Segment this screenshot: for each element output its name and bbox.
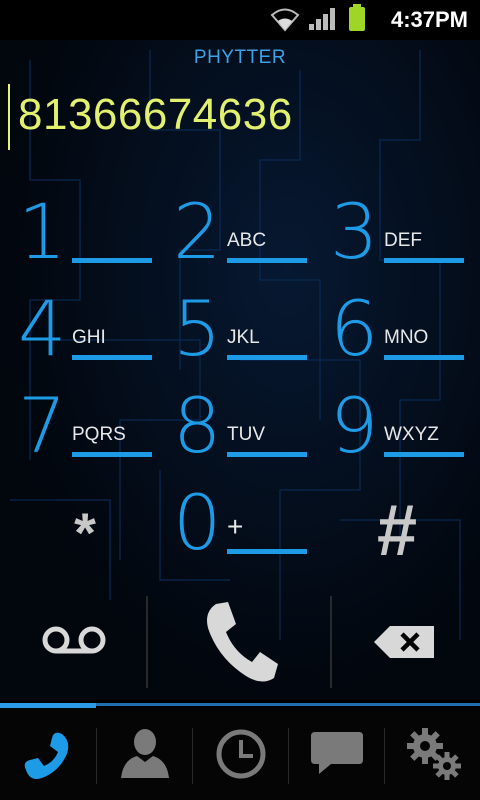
- signal-icon: [308, 6, 336, 37]
- key-letters: DEF: [384, 230, 422, 251]
- settings-gears-icon: [407, 728, 461, 780]
- key-digit: 6: [330, 284, 379, 373]
- key-letters: MNO: [384, 327, 429, 348]
- key-underline: [227, 452, 307, 457]
- tab-history[interactable]: [193, 708, 289, 800]
- key-8[interactable]: 8 TUV: [165, 388, 315, 486]
- key-underline: [227, 258, 307, 263]
- voicemail-icon: [42, 626, 106, 654]
- key-underline: [384, 258, 464, 263]
- key-digit: 7: [18, 381, 67, 470]
- bottom-tab-bar: [0, 708, 480, 800]
- key-3[interactable]: 3 DEF: [322, 194, 472, 292]
- key-digit: 8: [173, 381, 222, 470]
- key-letters: GHI: [72, 327, 106, 348]
- app-title: PHYTTER: [193, 47, 287, 68]
- key-underline: [72, 258, 152, 263]
- key-star[interactable]: *: [10, 494, 160, 586]
- key-letters: JKL: [227, 327, 260, 348]
- dialer-phone-icon: [24, 732, 69, 779]
- key-5[interactable]: 5 JKL: [165, 291, 315, 389]
- key-letters: PQRS: [72, 424, 126, 445]
- tab-settings[interactable]: [385, 708, 480, 800]
- call-button[interactable]: [148, 596, 330, 688]
- tab-dialer[interactable]: [0, 708, 96, 800]
- wifi-icon: [270, 6, 300, 37]
- backspace-icon: [374, 626, 434, 658]
- backspace-button[interactable]: [332, 596, 480, 688]
- contacts-person-icon: [121, 729, 169, 778]
- key-underline: [227, 549, 307, 554]
- dialed-number-field[interactable]: 81366674636: [8, 80, 472, 150]
- key-digit: 3: [330, 187, 379, 276]
- dialed-number: 81366674636: [18, 90, 293, 139]
- key-letters: +: [227, 511, 244, 542]
- key-digit: 2: [173, 187, 222, 276]
- history-clock-icon: [216, 729, 266, 779]
- key-underline: [72, 355, 152, 360]
- call-icon: [207, 602, 278, 682]
- key-6[interactable]: 6 MNO: [322, 291, 472, 389]
- key-digit: #: [376, 491, 418, 571]
- tab-messages[interactable]: [289, 708, 385, 800]
- voicemail-button[interactable]: [0, 596, 146, 688]
- messages-chat-icon: [311, 732, 363, 774]
- key-underline: [227, 355, 307, 360]
- battery-icon: [348, 4, 366, 37]
- key-digit: 1: [18, 187, 67, 276]
- key-digit: 5: [173, 284, 222, 373]
- key-digit: 0: [173, 478, 222, 567]
- dialer-action-bar: [0, 596, 480, 692]
- key-digit: 9: [330, 381, 379, 470]
- key-letters: TUV: [227, 424, 265, 445]
- key-letters: WXYZ: [384, 424, 439, 445]
- key-4[interactable]: 4 GHI: [10, 291, 160, 389]
- key-digit: 4: [18, 284, 67, 373]
- key-1[interactable]: 1: [10, 194, 160, 292]
- key-9[interactable]: 9 WXYZ: [322, 388, 472, 486]
- key-7[interactable]: 7 PQRS: [10, 388, 160, 486]
- key-underline: [384, 452, 464, 457]
- key-digit: *: [74, 501, 96, 564]
- key-hash[interactable]: #: [322, 491, 472, 586]
- status-time: 4:37PM: [390, 7, 468, 32]
- key-underline: [384, 355, 464, 360]
- key-0[interactable]: 0 +: [165, 485, 315, 583]
- key-underline: [72, 452, 152, 457]
- key-2[interactable]: 2 ABC: [165, 194, 315, 292]
- tab-contacts[interactable]: [97, 708, 193, 800]
- status-bar: 4:37PM: [0, 0, 480, 38]
- key-letters: ABC: [227, 230, 267, 251]
- text-cursor: [8, 84, 10, 150]
